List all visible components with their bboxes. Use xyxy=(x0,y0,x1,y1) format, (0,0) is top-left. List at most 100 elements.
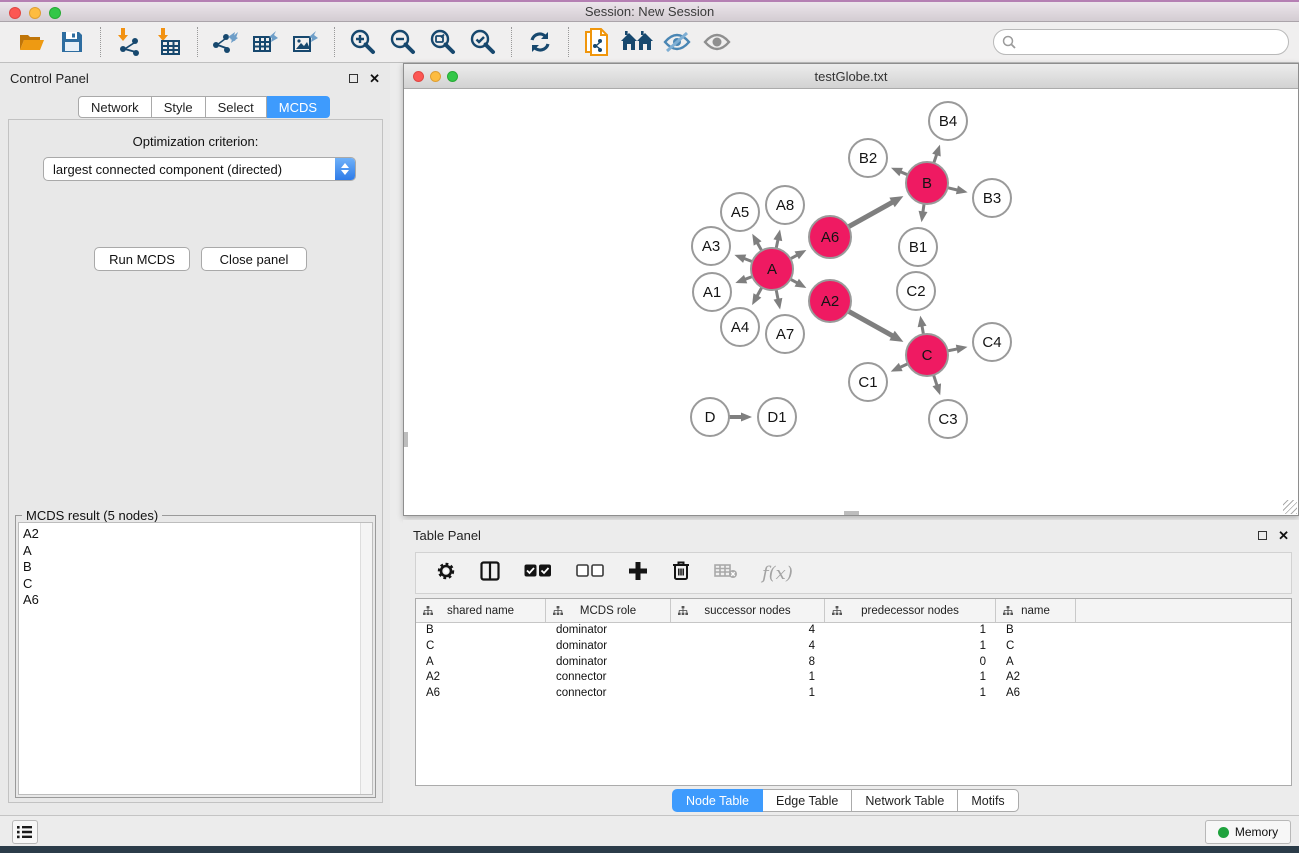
table-cell[interactable]: A2 xyxy=(996,670,1076,686)
split-panel-icon[interactable] xyxy=(480,561,500,586)
clone-network-icon[interactable] xyxy=(577,25,617,59)
show-all-icon[interactable] xyxy=(697,25,737,59)
table-row[interactable]: Cdominator41C xyxy=(416,639,1291,655)
import-table-icon[interactable] xyxy=(149,25,189,59)
tab-style[interactable]: Style xyxy=(152,96,206,118)
table-cell[interactable]: A xyxy=(996,655,1076,671)
table-cell[interactable]: C xyxy=(416,639,546,655)
tab-network[interactable]: Network xyxy=(78,96,152,118)
table-cell[interactable]: 1 xyxy=(825,686,996,702)
table-cell[interactable]: 0 xyxy=(825,655,996,671)
network-window-controls[interactable] xyxy=(413,71,458,82)
float-table-panel-icon[interactable] xyxy=(1258,531,1267,540)
network-edge[interactable] xyxy=(848,311,893,336)
table-cell[interactable]: 1 xyxy=(825,670,996,686)
table-cell[interactable]: A2 xyxy=(416,670,546,686)
table-cell[interactable]: 4 xyxy=(671,623,825,639)
result-item[interactable]: A2 xyxy=(23,526,360,543)
float-panel-icon[interactable] xyxy=(349,74,358,83)
delete-table-icon[interactable] xyxy=(714,563,738,584)
table-cell[interactable]: dominator xyxy=(546,639,671,655)
export-table-icon[interactable] xyxy=(246,25,286,59)
function-builder-icon[interactable]: f(x) xyxy=(762,563,793,584)
open-file-icon[interactable] xyxy=(12,25,52,59)
run-mcds-button[interactable]: Run MCDS xyxy=(94,247,190,271)
network-hscroll-thumb[interactable] xyxy=(844,511,859,515)
table-cell[interactable]: B xyxy=(996,623,1076,639)
table-row[interactable]: Adominator80A xyxy=(416,655,1291,671)
column-header-predecessor-nodes[interactable]: predecessor nodes xyxy=(825,599,996,622)
zoom-out-icon[interactable] xyxy=(383,25,423,59)
table-cell[interactable]: dominator xyxy=(546,623,671,639)
table-cell[interactable]: connector xyxy=(546,686,671,702)
result-item[interactable]: B xyxy=(23,559,360,576)
export-image-icon[interactable] xyxy=(286,25,326,59)
export-network-icon[interactable] xyxy=(206,25,246,59)
column-header-MCDS-role[interactable]: MCDS role xyxy=(546,599,671,622)
select-all-icon[interactable] xyxy=(524,564,552,583)
settings-gear-icon[interactable] xyxy=(436,561,456,586)
table-cell[interactable]: C xyxy=(996,639,1076,655)
zoom-fit-icon[interactable] xyxy=(423,25,463,59)
column-header-name[interactable]: name xyxy=(996,599,1076,622)
mcds-result-list[interactable]: A2ABCA6 xyxy=(18,522,373,795)
table-cell[interactable]: 1 xyxy=(671,670,825,686)
column-header-successor-nodes[interactable]: successor nodes xyxy=(671,599,825,622)
table-cell[interactable]: 1 xyxy=(825,623,996,639)
refresh-icon[interactable] xyxy=(520,25,560,59)
search-field[interactable] xyxy=(993,29,1289,55)
table-cell[interactable]: 1 xyxy=(825,639,996,655)
table-cell[interactable]: dominator xyxy=(546,655,671,671)
add-column-icon[interactable] xyxy=(628,561,648,586)
table-cell[interactable]: A6 xyxy=(416,686,546,702)
network-edge[interactable] xyxy=(848,201,893,226)
window-controls[interactable] xyxy=(9,7,61,19)
table-row[interactable]: A2connector11A2 xyxy=(416,670,1291,686)
zoom-in-icon[interactable] xyxy=(343,25,383,59)
minimize-network-button[interactable] xyxy=(430,71,441,82)
table-cell[interactable]: A xyxy=(416,655,546,671)
close-window-button[interactable] xyxy=(9,7,21,19)
result-item[interactable]: A6 xyxy=(23,592,360,609)
save-session-icon[interactable] xyxy=(52,25,92,59)
table-header-row[interactable]: shared nameMCDS rolesuccessor nodesprede… xyxy=(416,599,1291,623)
column-header-shared-name[interactable]: shared name xyxy=(416,599,546,622)
result-list-scrollbar[interactable] xyxy=(360,523,372,794)
close-panel-button[interactable]: Close panel xyxy=(201,247,307,271)
close-panel-icon[interactable]: ✕ xyxy=(369,74,380,83)
minimize-window-button[interactable] xyxy=(29,7,41,19)
network-vscroll-thumb[interactable] xyxy=(404,432,408,447)
deselect-all-icon[interactable] xyxy=(576,564,604,583)
search-input[interactable] xyxy=(1021,35,1288,50)
table-row[interactable]: Bdominator41B xyxy=(416,623,1291,639)
zoom-window-button[interactable] xyxy=(49,7,61,19)
table-cell[interactable]: connector xyxy=(546,670,671,686)
import-network-icon[interactable] xyxy=(109,25,149,59)
table-cell[interactable]: B xyxy=(416,623,546,639)
tab-motifs[interactable]: Motifs xyxy=(958,789,1018,812)
table-cell[interactable]: 8 xyxy=(671,655,825,671)
result-item[interactable]: A xyxy=(23,543,360,560)
network-window-titlebar[interactable]: testGlobe.txt xyxy=(404,64,1298,89)
zoom-selected-icon[interactable] xyxy=(463,25,503,59)
memory-button[interactable]: Memory xyxy=(1205,820,1291,844)
close-network-button[interactable] xyxy=(413,71,424,82)
tab-edge-table[interactable]: Edge Table xyxy=(763,789,852,812)
tab-select[interactable]: Select xyxy=(206,96,267,118)
tab-mcds[interactable]: MCDS xyxy=(267,96,330,118)
task-history-button[interactable] xyxy=(12,820,38,844)
table-cell[interactable]: 4 xyxy=(671,639,825,655)
tab-network-table[interactable]: Network Table xyxy=(852,789,958,812)
table-row[interactable]: A6connector11A6 xyxy=(416,686,1291,702)
tab-node-table[interactable]: Node Table xyxy=(672,789,763,812)
table-cell[interactable]: 1 xyxy=(671,686,825,702)
hide-selected-icon[interactable] xyxy=(657,25,697,59)
first-neighbors-icon[interactable] xyxy=(617,25,657,59)
network-canvas[interactable]: B4B2BB3A5A8A6B1A3AA1C2A2A4A7C4CC1C3DD1 xyxy=(404,89,1298,515)
criterion-dropdown[interactable]: largest connected component (directed) xyxy=(43,157,356,181)
node-table[interactable]: shared nameMCDS rolesuccessor nodesprede… xyxy=(415,598,1292,786)
window-resize-grip[interactable] xyxy=(1283,500,1297,514)
result-item[interactable]: C xyxy=(23,576,360,593)
delete-column-icon[interactable] xyxy=(672,560,690,586)
table-cell[interactable]: A6 xyxy=(996,686,1076,702)
